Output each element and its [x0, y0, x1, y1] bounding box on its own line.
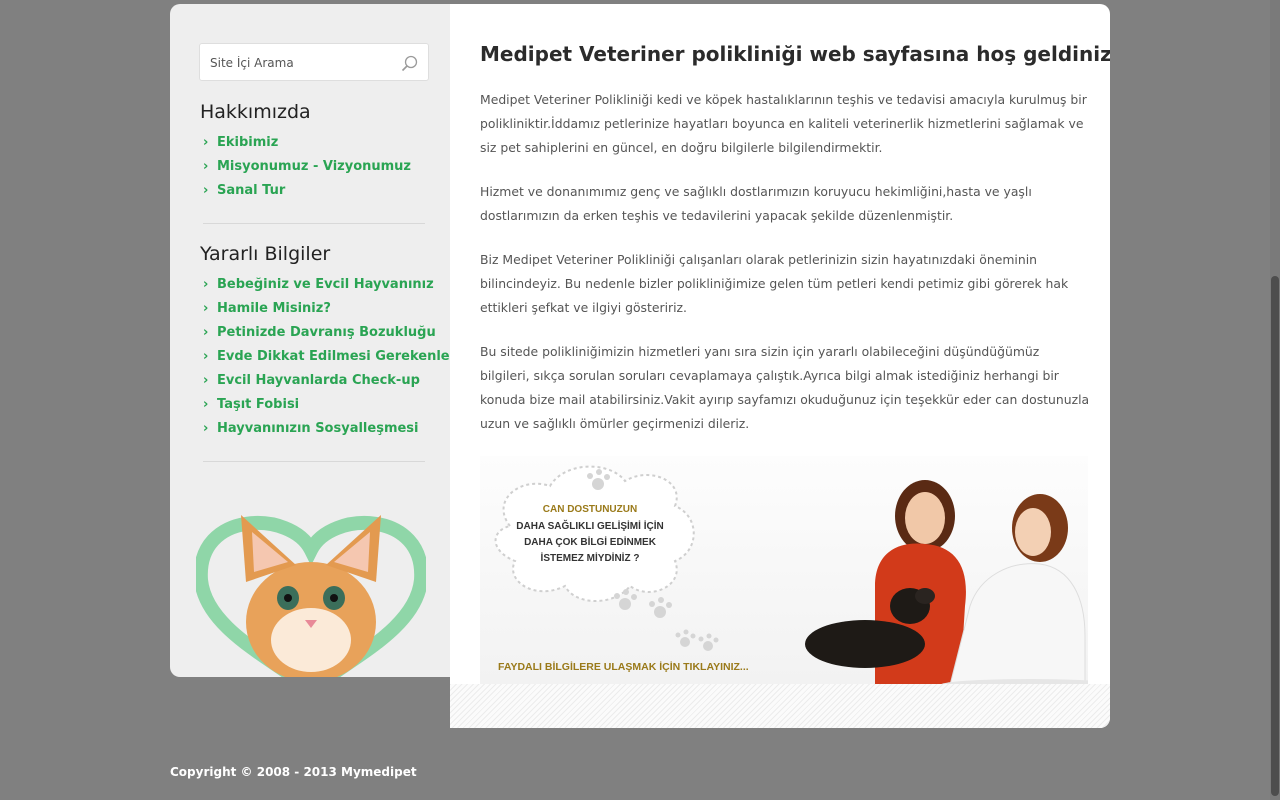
banner-cloud-line: İSTEMEZ MİYDİNİZ ?: [540, 553, 640, 564]
divider: [203, 223, 425, 224]
sidebar-item-label: Sanal Tur: [217, 183, 286, 198]
scrollbar-thumb[interactable]: [1271, 276, 1279, 796]
sidebar-item-sanal-tur[interactable]: › Sanal Tur: [203, 179, 411, 203]
divider: [203, 461, 425, 462]
banner-cloud-line: DAHA SAĞLIKLI GELİŞİMİ İÇİN: [516, 521, 664, 532]
chevron-right-icon: ›: [203, 301, 209, 316]
chevron-right-icon: ›: [203, 421, 209, 436]
about-menu: › Ekibimiz › Misyonumuz - Vizyonumuz › Sana…: [203, 131, 411, 203]
sidebar-item-davranis[interactable]: › Petinizde Davranış Bozukluğu: [203, 321, 450, 345]
sidebar-item-bebeginiz[interactable]: › Bebeğiniz ve Evcil Hayvanınız: [203, 273, 450, 297]
services-paragraph: Hizmet ve donanımımız genç ve sağlıklı d…: [480, 184, 1032, 223]
sidebar-item-misyon-vizyon[interactable]: › Misyonumuz - Vizyonumuz: [203, 155, 411, 179]
search-box[interactable]: [199, 43, 429, 81]
sidebar: Hakkımızda › Ekibimiz › Misyonumuz - Vizyo…: [170, 4, 450, 677]
sidebar-item-check-up[interactable]: › Evcil Hayvanlarda Check-up: [203, 369, 450, 393]
intro-paragraph: Medipet Veteriner Polikliniği kedi ve kö…: [480, 92, 1087, 155]
chevron-right-icon: ›: [203, 373, 209, 388]
sidebar-item-label: Evde Dikkat Edilmesi Gerekenler: [217, 349, 450, 364]
search-input[interactable]: [210, 54, 390, 72]
sidebar-item-label: Petinizde Davranış Bozukluğu: [217, 325, 436, 340]
sidebar-item-sosyallesme[interactable]: › Hayvanınızın Sosyalleşmesi: [203, 417, 450, 441]
sidebar-item-label: Ekibimiz: [217, 135, 279, 150]
copyright-text: Copyright © 2008 - 2013 Mymedipet: [170, 765, 417, 779]
banner-cloud-line: DAHA ÇOK BİLGİ EDİNMEK: [524, 537, 656, 548]
sidebar-item-label: Evcil Hayvanlarda Check-up: [217, 373, 420, 388]
sidebar-item-evde-dikkat[interactable]: › Evde Dikkat Edilmesi Gerekenler: [203, 345, 450, 369]
banner-graphic: [494, 465, 1088, 685]
sidebar-item-label: Misyonumuz - Vizyonumuz: [217, 159, 411, 174]
chevron-right-icon: ›: [203, 325, 209, 340]
sidebar-item-label: Hamile Misiniz?: [217, 301, 331, 316]
info-menu: › Bebeğiniz ve Evcil Hayvanınız › Hamile M…: [203, 273, 450, 441]
site-info-paragraph: Bu sitede polikliniğimizin hizmetleri ya…: [480, 344, 1090, 431]
search-icon[interactable]: [401, 55, 418, 72]
sidebar-item-label: Taşıt Fobisi: [217, 397, 300, 412]
about-heading: Hakkımızda: [200, 101, 311, 123]
main-content: Medipet Veteriner polikliniği web sayfas…: [450, 4, 1110, 728]
care-paragraph: Biz Medipet Veteriner Polikliniği çalışa…: [480, 252, 1069, 315]
sidebar-item-label: Bebeğiniz ve Evcil Hayvanınız: [217, 277, 434, 292]
chevron-right-icon: ›: [203, 183, 209, 198]
diagonal-stripe-footer: [450, 684, 1110, 728]
sidebar-item-label: Hayvanınızın Sosyalleşmesi: [217, 421, 419, 436]
banner-cloud-line: CAN DOSTUNUZUN: [542, 504, 638, 515]
chevron-right-icon: ›: [203, 397, 209, 412]
kitten-heart-image[interactable]: [193, 510, 429, 677]
info-banner[interactable]: CAN DOSTUNUZUN DAHA SAĞLIKLI GELİŞİMİ İÇ…: [480, 456, 1088, 685]
scrollbar[interactable]: [1270, 0, 1280, 800]
chevron-right-icon: ›: [203, 349, 209, 364]
info-heading: Yararlı Bilgiler: [200, 243, 331, 265]
sidebar-item-hamile[interactable]: › Hamile Misiniz?: [203, 297, 450, 321]
banner-link[interactable]: FAYDALI BİLGİLERE ULAŞMAK İÇİN TIKLAYINI…: [498, 661, 749, 673]
sidebar-item-tasit-fobisi[interactable]: › Taşıt Fobisi: [203, 393, 450, 417]
chevron-right-icon: ›: [203, 135, 209, 150]
kitten-heart-graphic: [193, 515, 429, 677]
chevron-right-icon: ›: [203, 159, 209, 174]
sidebar-item-ekibimiz[interactable]: › Ekibimiz: [203, 131, 411, 155]
chevron-right-icon: ›: [203, 277, 209, 292]
page-title: Medipet Veteriner polikliniği web sayfas…: [480, 42, 1110, 66]
